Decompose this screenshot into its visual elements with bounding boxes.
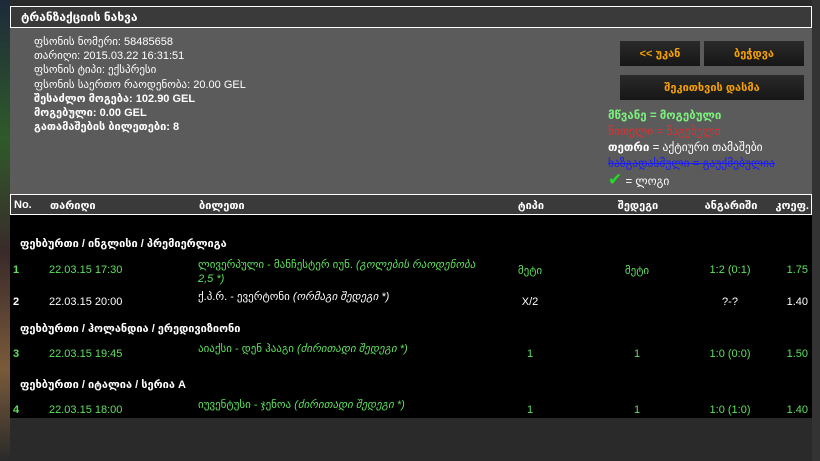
- info-line: მოგებული: 0.00 GEL: [34, 106, 246, 120]
- info-label: შესაძლო მოგება:: [34, 92, 133, 105]
- row-result: 1: [633, 348, 641, 360]
- col-result: შედეგი: [617, 200, 659, 212]
- info-value: 2015.03.22 16:31:51: [83, 50, 185, 63]
- col-score: ანგარიში: [704, 200, 758, 212]
- legend-check-text: = ლოგი: [625, 176, 670, 188]
- info-value: 20.00 GEL: [193, 78, 246, 91]
- market: (გოლების რაოდენობა: [355, 259, 476, 271]
- table-row[interactable]: 2 22.03.15 20:00 ქ.პ.რ. - ევერტონი (ორმა…: [10, 290, 812, 322]
- col-coef: კოეფ.: [775, 200, 809, 212]
- info-label: ფსონის ტიპი:: [34, 64, 105, 77]
- info-line: ფსონის საერთო რაოდენობა: 20.00 GEL: [34, 78, 246, 92]
- row-date: 22.03.15 17:30: [49, 264, 123, 276]
- match-name: ქ.პ.რ. - ევერტონი: [198, 291, 290, 303]
- row-date: 22.03.15 20:00: [49, 296, 123, 308]
- legend: მწვანე = მოგებული წითელი = წაგებული თეთრ…: [608, 108, 775, 190]
- transaction-panel: ტრანზაქციის ნახვა ფსონის ნომერი: 5848565…: [10, 6, 812, 418]
- info-label: გათამაშების ბილეთები:: [34, 121, 170, 134]
- row-result: 1: [633, 404, 641, 416]
- row-coef: 1.40: [786, 404, 808, 416]
- col-type: ტიპი: [517, 200, 545, 212]
- row-ticket: ლივერპული - მანჩესტერ იუნ. (გოლების რაოდ…: [198, 258, 508, 286]
- row-date: 22.03.15 19:45: [49, 348, 123, 360]
- info-value: ექსპრესი: [108, 64, 157, 77]
- info-label: თარიღი:: [34, 50, 81, 63]
- info-value: 8: [173, 121, 180, 134]
- sport-group-header: ფეხბურთი / ჰოლანდია / ერედივიზიონი: [20, 323, 241, 335]
- background-strip: [812, 0, 820, 461]
- info-label: ფსონის საერთო რაოდენობა:: [34, 78, 191, 91]
- row-type: X/2: [521, 296, 539, 308]
- legend-check: ✔ = ლოგი: [608, 170, 775, 190]
- info-line: თარიღი: 2015.03.22 16:31:51: [34, 49, 246, 63]
- bet-info: ფსონის ნომერი: 58485658 თარიღი: 2015.03.2…: [34, 35, 246, 134]
- row-type: 1: [526, 348, 534, 360]
- table-row[interactable]: 4 22.03.15 18:00 იუვენტუსი - ჯენოა (ძირი…: [10, 398, 812, 430]
- print-button[interactable]: ბეჭდვა: [704, 41, 804, 66]
- table-row[interactable]: 1 22.03.15 17:30 ლივერპული - მანჩესტერ ი…: [10, 258, 812, 290]
- match-name: იუვენტუსი - ჯენოა: [198, 399, 292, 411]
- row-date: 22.03.15 18:00: [49, 404, 123, 416]
- market: (ორმაგი შედეგი *): [292, 291, 390, 303]
- row-score: 1:0 (0:0): [709, 348, 751, 360]
- row-score: 1:2 (0:1): [709, 264, 751, 276]
- match-name: ლივერპული - მანჩესტერ იუნ.: [198, 259, 353, 271]
- back-button[interactable]: << უკან: [620, 41, 700, 66]
- col-date: თარიღი: [50, 200, 96, 212]
- row-type: 1: [526, 404, 534, 416]
- info-line: შესაძლო მოგება: 102.90 GEL: [34, 92, 246, 106]
- market: (ძირითადი შედეგი *): [294, 399, 405, 411]
- legend-active-text: = აქტიური თამაშები: [649, 142, 763, 154]
- info-value: 0.00 GEL: [99, 107, 147, 120]
- info-value: 102.90 GEL: [135, 92, 196, 105]
- table-row[interactable]: 3 22.03.15 19:45 აიაქსი - დენ ჰააგი (ძირ…: [10, 342, 812, 374]
- info-line: გათამაშების ბილეთები: 8: [34, 120, 246, 134]
- sport-group-header: ფეხბურთი / ინგლისი / პრემიერლიგა: [20, 238, 227, 250]
- market: (ძირითადი შედეგი *): [297, 343, 408, 355]
- row-ticket: აიაქსი - დენ ჰააგი (ძირითადი შედეგი *): [198, 342, 508, 356]
- row-no: 4: [13, 404, 20, 416]
- row-score: 1:0 (1:0): [709, 404, 751, 416]
- col-no: No.: [14, 199, 32, 211]
- table-header: No. თარიღი ბილეთი ტიპი შედეგი ანგარიში კ…: [10, 194, 812, 215]
- info-value: 58485658: [124, 36, 173, 48]
- bets-table: ფეხბურთი / ინგლისი / პრემიერლიგა 1 22.03.…: [10, 215, 812, 418]
- legend-won: მწვანე = მოგებული: [608, 110, 722, 122]
- row-no: 3: [13, 348, 20, 360]
- info-line: ფსონის ტიპი: ექსპრესი: [34, 63, 246, 77]
- legend-active: თეთრი = აქტიური თამაშები: [608, 140, 775, 156]
- background-image: [0, 0, 10, 461]
- legend-active-key: თეთრი: [608, 142, 650, 154]
- row-coef: 1.75: [786, 264, 808, 276]
- row-coef: 1.40: [786, 296, 808, 308]
- match-name: აიაქსი - დენ ჰააგი: [198, 343, 294, 355]
- market-cont: 2,5 *): [198, 273, 225, 285]
- row-ticket: იუვენტუსი - ჯენოა (ძირითადი შედეგი *): [198, 398, 508, 412]
- row-coef: 1.50: [786, 348, 808, 360]
- sport-group-header: ფეხბურთი / იტალია / სერია A: [20, 379, 186, 391]
- row-type: მეტი: [517, 265, 543, 277]
- row-ticket: ქ.პ.რ. - ევერტონი (ორმაგი შედეგი *): [198, 290, 508, 304]
- row-score: ?-?: [722, 296, 738, 308]
- row-result: მეტი: [624, 265, 650, 277]
- row-no: 1: [13, 264, 20, 276]
- legend-cancelled: ხაზგადასმული = გაუქმებულია: [608, 158, 775, 170]
- info-line: ფსონის ნომერი: 58485658: [34, 35, 246, 49]
- info-label: ფსონის ნომერი:: [34, 36, 121, 48]
- panel-title: ტრანზაქციის ნახვა: [10, 6, 812, 28]
- ask-question-button[interactable]: შეკითხვის დასმა: [620, 75, 804, 100]
- info-label: მოგებული:: [34, 107, 97, 120]
- row-no: 2: [13, 296, 20, 308]
- col-ticket: ბილეთი: [199, 200, 245, 212]
- check-icon: ✔: [608, 170, 623, 189]
- legend-lost: წითელი = წაგებული: [608, 126, 721, 138]
